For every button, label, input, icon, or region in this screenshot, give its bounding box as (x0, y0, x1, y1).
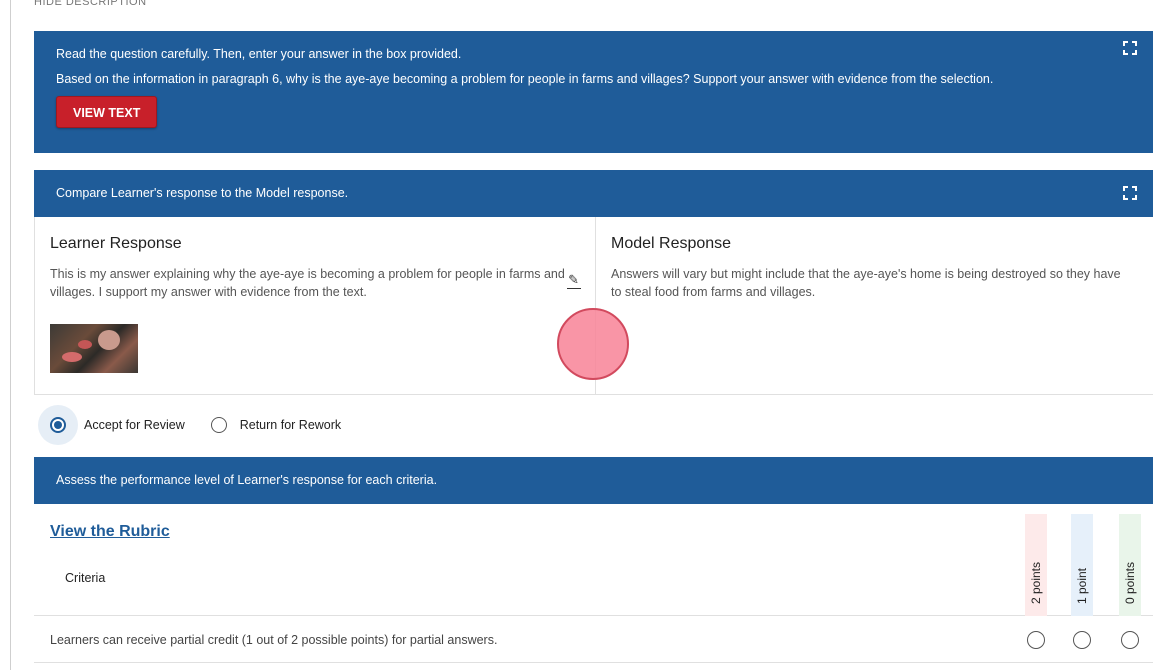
points-label-0: 0 points (1123, 561, 1137, 604)
points-column-2: 2 points (1025, 514, 1047, 616)
cursor-indicator (557, 308, 629, 380)
accept-radio[interactable] (50, 417, 66, 433)
view-text-button[interactable]: VIEW TEXT (56, 96, 158, 128)
question-text: Based on the information in paragraph 6,… (56, 72, 994, 86)
expand-icon[interactable] (1123, 41, 1137, 55)
left-border (10, 0, 11, 670)
model-response-title: Model Response (611, 235, 732, 252)
score-radio-1[interactable] (1073, 631, 1091, 649)
points-column-0: 0 points (1119, 514, 1141, 616)
accept-option[interactable]: Accept for Review (38, 405, 185, 445)
assess-panel-header: Assess the performance level of Learner'… (34, 457, 1153, 504)
question-panel: Read the question carefully. Then, enter… (34, 31, 1153, 153)
expand-icon[interactable] (1123, 186, 1137, 200)
learner-attachment-thumbnail[interactable] (50, 324, 138, 373)
points-column-1: 1 point (1071, 514, 1093, 616)
rework-radio[interactable] (210, 417, 227, 433)
criteria-column-header: Criteria (65, 571, 106, 585)
review-options: Accept for Review Return for Rework (38, 405, 341, 445)
compare-panel-header: Compare Learner's response to the Model … (34, 170, 1153, 217)
model-response-text: Answers will vary but might include that… (611, 267, 1121, 299)
accept-label[interactable]: Accept for Review (84, 418, 185, 432)
rubric-header-row: View the Rubric Criteria 2 points 1 poin… (34, 504, 1153, 616)
criteria-text: Learners can receive partial credit (1 o… (50, 633, 498, 647)
score-radio-0[interactable] (1121, 631, 1139, 649)
score-radio-2[interactable] (1027, 631, 1045, 649)
compare-instruction: Compare Learner's response to the Model … (56, 186, 349, 200)
rework-option[interactable]: Return for Rework (210, 417, 341, 433)
criteria-row: Learners can receive partial credit (1 o… (34, 617, 1153, 663)
view-rubric-link[interactable]: View the Rubric (50, 523, 170, 541)
hide-description-label[interactable]: HIDE DESCRIPTION (34, 0, 147, 14)
points-label-2: 2 points (1029, 561, 1043, 604)
edit-icon[interactable]: ✎ (567, 272, 581, 289)
learner-response-text: This is my answer explaining why the aye… (50, 267, 565, 299)
rework-label[interactable]: Return for Rework (240, 418, 341, 432)
learner-response-title: Learner Response (50, 235, 182, 252)
learner-response-column: Learner Response This is my answer expla… (35, 217, 596, 394)
question-instruction: Read the question carefully. Then, enter… (56, 47, 462, 61)
model-response-column: Model Response Answers will vary but mig… (596, 217, 1153, 394)
points-label-1: 1 point (1075, 567, 1089, 604)
